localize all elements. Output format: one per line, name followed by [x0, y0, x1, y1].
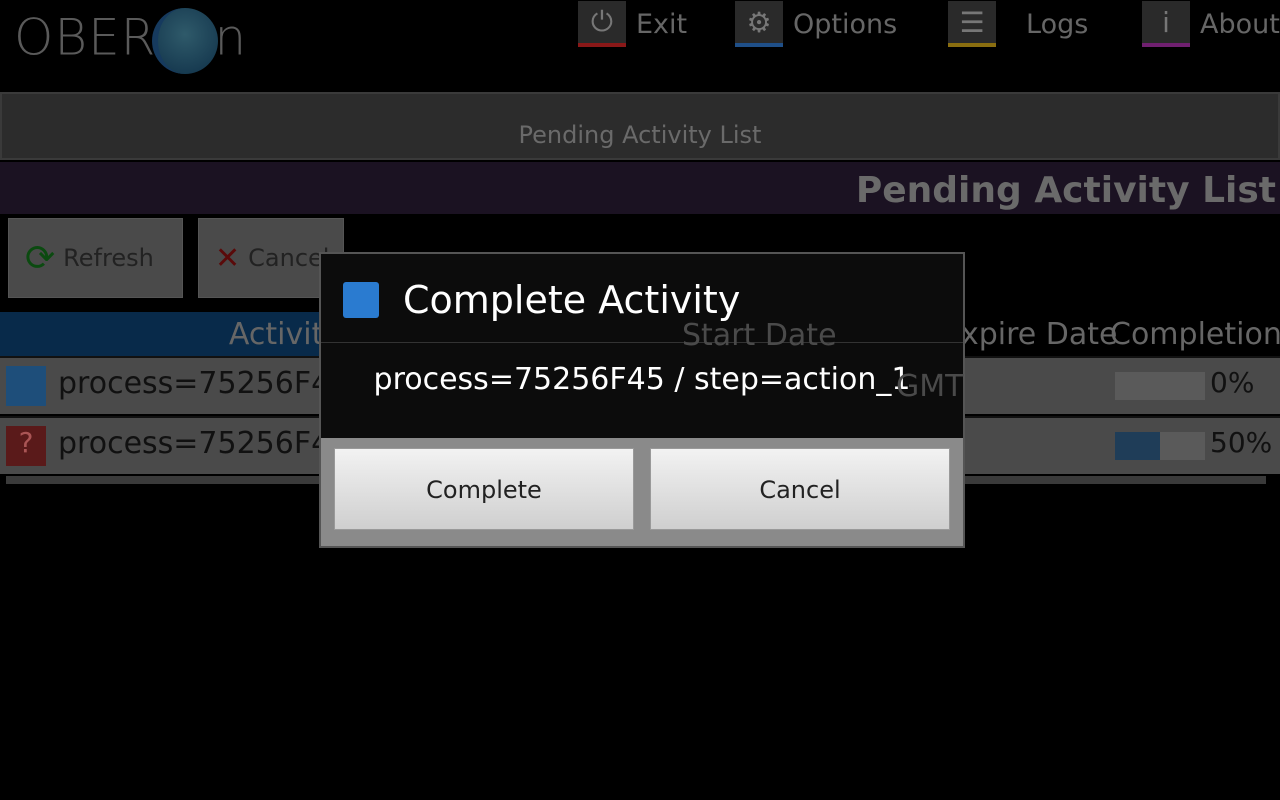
page-title: Pending Activity List: [0, 162, 1280, 214]
gear-icon: ⚙: [735, 1, 783, 47]
info-icon: i: [1142, 1, 1190, 47]
power-icon: ⏻: [578, 1, 626, 47]
oberon-logo: OBER n: [14, 8, 247, 74]
about-button[interactable]: i About: [1142, 0, 1280, 48]
question-icon: ?: [6, 426, 46, 466]
user-icon: [343, 282, 379, 318]
list-icon: ☰: [948, 1, 996, 47]
exit-button[interactable]: ⏻ Exit: [578, 0, 687, 48]
logs-button[interactable]: ☰ Logs: [948, 0, 1088, 48]
completion-label: 50%: [1210, 426, 1273, 459]
activity-cell: process=75256F45: [58, 426, 350, 461]
complete-button[interactable]: Complete: [334, 448, 634, 530]
dialog-message: process=75256F45 / step=action_1: [373, 362, 911, 397]
header-expire-date[interactable]: Expire Date: [942, 312, 1117, 356]
cancel-button[interactable]: Cancel: [650, 448, 950, 530]
dialog-title: Complete Activity: [403, 278, 741, 322]
refresh-button[interactable]: ⟳ Refresh: [8, 218, 183, 298]
start-date-cell: GMT: [896, 369, 964, 404]
progress-bar: [1115, 432, 1205, 460]
header-start-date[interactable]: Start Date: [682, 318, 837, 354]
completion-label: 0%: [1210, 366, 1255, 399]
options-button[interactable]: ⚙ Options: [735, 0, 897, 48]
complete-activity-dialog: Complete Activity process=75256F45 / ste…: [319, 252, 965, 548]
progress-bar: [1115, 372, 1205, 400]
refresh-icon: ⟳: [25, 237, 56, 279]
user-icon: [6, 366, 46, 406]
header-completion[interactable]: Completion: [1110, 312, 1280, 356]
tab-pending-activity-list[interactable]: Pending Activity List: [0, 92, 1280, 160]
x-icon: ✕: [215, 240, 241, 276]
